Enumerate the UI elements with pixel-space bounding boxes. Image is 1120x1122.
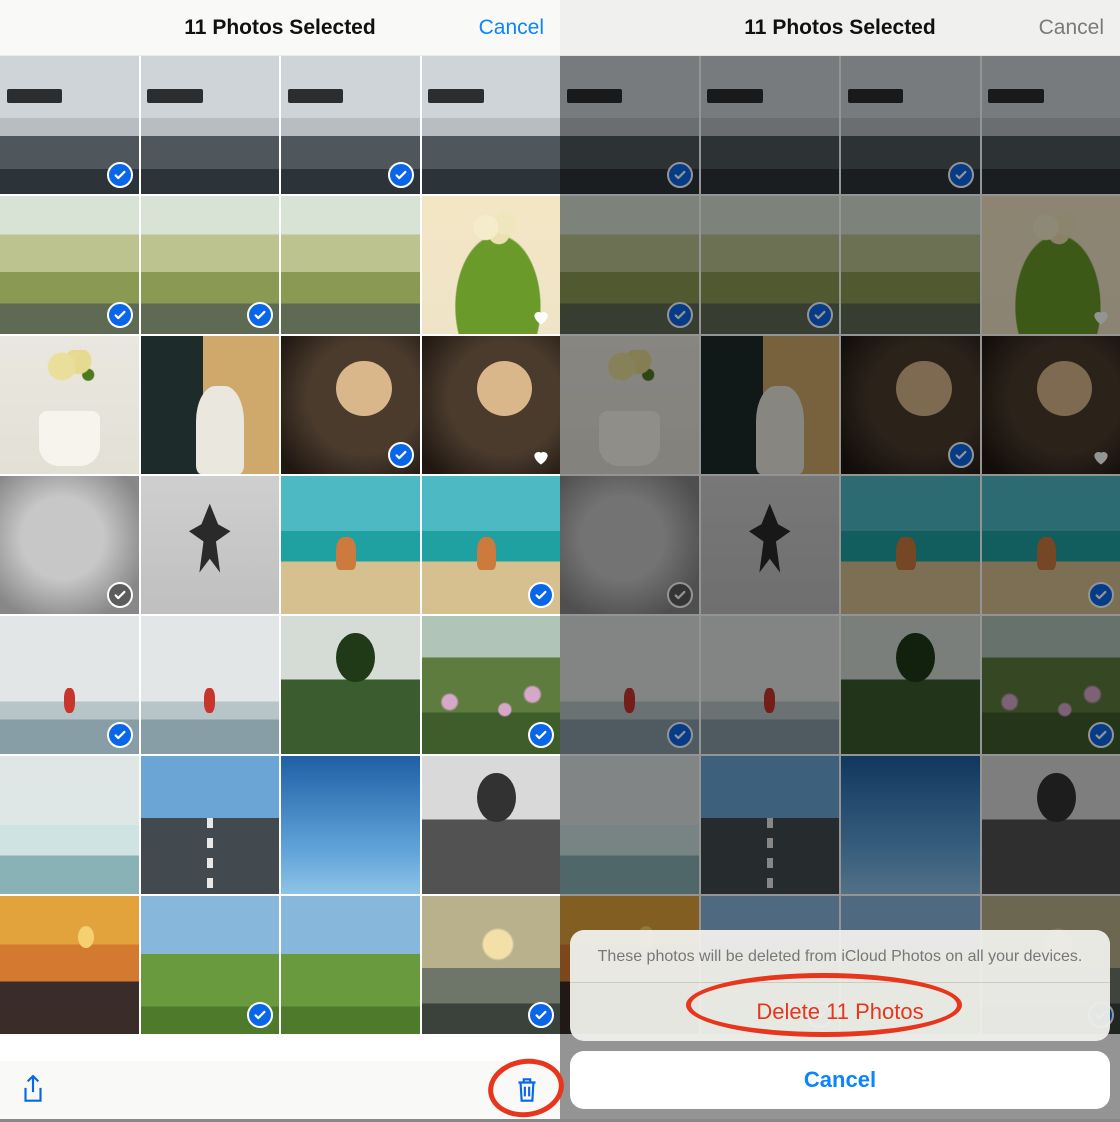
cancel-button[interactable]: Cancel	[479, 16, 544, 40]
photo-thumbnail[interactable]	[0, 56, 139, 194]
navbar: 11 Photos Selected Cancel	[560, 0, 1120, 56]
favorite-heart-icon	[530, 306, 552, 328]
action-sheet: These photos will be deleted from iCloud…	[570, 930, 1110, 1109]
toolbar	[0, 1061, 560, 1119]
selected-checkmark-icon	[388, 442, 414, 468]
photo-thumbnail[interactable]	[422, 896, 561, 1034]
selected-checkmark-icon	[247, 1002, 273, 1028]
photo-thumbnail[interactable]	[141, 56, 280, 194]
photo-thumbnail[interactable]	[0, 336, 139, 474]
selected-checkmark-icon	[528, 722, 554, 748]
screen-confirm: 11 Photos Selected Cancel These photos w…	[560, 0, 1120, 1119]
photo-thumbnail[interactable]	[422, 616, 561, 754]
photo-thumbnail[interactable]	[0, 756, 139, 894]
photo-thumbnail[interactable]	[422, 336, 561, 474]
delete-photos-button[interactable]: Delete 11 Photos	[570, 982, 1110, 1041]
page-title: 11 Photos Selected	[744, 16, 935, 40]
photo-thumbnail[interactable]	[141, 336, 280, 474]
photo-thumbnail[interactable]	[0, 616, 139, 754]
cancel-button-disabled: Cancel	[1039, 16, 1104, 40]
screen-select: 11 Photos Selected Cancel	[0, 0, 560, 1119]
photo-thumbnail[interactable]	[422, 196, 561, 334]
photo-thumbnail[interactable]	[141, 196, 280, 334]
photo-thumbnail[interactable]	[0, 896, 139, 1034]
selected-checkmark-icon	[107, 302, 133, 328]
trash-button[interactable]	[514, 1075, 540, 1105]
trash-icon	[514, 1075, 540, 1105]
selected-checkmark-icon	[247, 302, 273, 328]
photo-thumbnail[interactable]	[422, 756, 561, 894]
photo-thumbnail[interactable]	[281, 896, 420, 1034]
photo-grid	[0, 56, 560, 1061]
photo-thumbnail[interactable]	[281, 616, 420, 754]
favorite-heart-icon	[530, 446, 552, 468]
photo-thumbnail[interactable]	[281, 756, 420, 894]
selected-checkmark-icon	[107, 162, 133, 188]
photo-thumbnail[interactable]	[141, 896, 280, 1034]
selected-checkmark-icon	[107, 582, 133, 608]
selected-checkmark-icon	[107, 722, 133, 748]
selected-checkmark-icon	[528, 1002, 554, 1028]
photo-thumbnail[interactable]	[281, 56, 420, 194]
selected-checkmark-icon	[388, 162, 414, 188]
sheet-cancel-button[interactable]: Cancel	[570, 1051, 1110, 1109]
photo-thumbnail[interactable]	[0, 476, 139, 614]
page-title: 11 Photos Selected	[184, 16, 375, 40]
photo-thumbnail[interactable]	[141, 756, 280, 894]
photo-thumbnail[interactable]	[422, 56, 561, 194]
sheet-message: These photos will be deleted from iCloud…	[570, 930, 1110, 982]
photo-thumbnail[interactable]	[141, 476, 280, 614]
navbar: 11 Photos Selected Cancel	[0, 0, 560, 56]
photo-thumbnail[interactable]	[281, 476, 420, 614]
photo-thumbnail[interactable]	[141, 616, 280, 754]
photo-thumbnail[interactable]	[281, 336, 420, 474]
photo-thumbnail[interactable]	[0, 196, 139, 334]
selected-checkmark-icon	[528, 582, 554, 608]
share-icon	[20, 1075, 46, 1105]
share-button[interactable]	[20, 1075, 46, 1105]
photo-thumbnail[interactable]	[422, 476, 561, 614]
photo-thumbnail[interactable]	[281, 196, 420, 334]
